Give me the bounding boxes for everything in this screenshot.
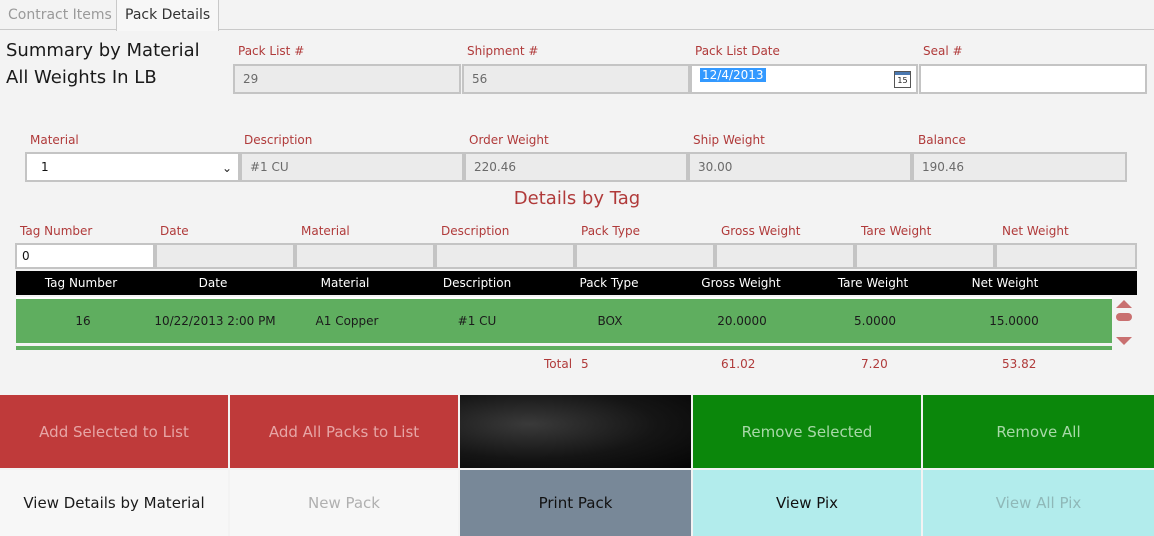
view-pix-button[interactable]: View Pix [693,470,921,536]
cell-tag-number: 16 [75,314,91,328]
total-net-weight: 53.82 [1002,357,1037,371]
view-details-by-material-button[interactable]: View Details by Material [0,470,228,536]
grid-col-gross-weight[interactable]: Gross Weight [701,271,780,295]
grid-col-tare-weight[interactable]: Tare Weight [838,271,908,295]
grid-col-date[interactable]: Date [199,271,228,295]
tab-contract-items[interactable]: Contract Items [0,0,120,30]
cell-tare-weight: 5.0000 [854,314,896,328]
balance-field: 190.46 [912,152,1127,182]
material-select[interactable]: 1 ⌄ [25,152,240,182]
ship-weight-field: 30.00 [688,152,912,182]
view-all-pix-button[interactable]: View All Pix [923,470,1154,536]
filter-gross-weight-input[interactable] [715,243,855,269]
grid-col-description[interactable]: Description [443,271,511,295]
pack-list-date-field[interactable]: 12/4/2013 15 [690,64,918,94]
seal-input[interactable] [919,64,1147,94]
details-by-tag-title: Details by Tag [513,188,641,209]
filter-material-input[interactable] [295,243,435,269]
filter-label-pack-type: Pack Type [581,224,640,238]
chevron-down-icon: ⌄ [221,161,232,175]
total-count: 5 [581,357,589,371]
filter-label-description: Description [441,224,510,238]
filter-pack-type-input[interactable] [575,243,715,269]
material-select-value: 1 [41,160,49,174]
filter-tare-weight-input[interactable] [855,243,995,269]
new-pack-button[interactable]: New Pack [230,470,458,536]
shipment-label: Shipment # [467,44,539,58]
filter-description-input[interactable] [435,243,575,269]
cell-material: A1 Copper [315,314,379,328]
grid-divider [16,346,1112,350]
cell-pack-type: BOX [597,314,623,328]
description-field: #1 CU [240,152,464,182]
add-selected-to-list-button[interactable]: Add Selected to List [0,395,228,468]
cell-date: 10/22/2013 2:00 PM [154,314,276,328]
shipment-field: 56 [462,64,690,94]
filter-label-tare-weight: Tare Weight [861,224,932,238]
pack-list-date-label: Pack List Date [695,44,780,58]
scrollbar-thumb[interactable] [1116,313,1132,321]
pack-photo-preview [460,395,691,468]
scroll-up-arrow-icon[interactable] [1116,300,1132,308]
filter-net-weight-input[interactable] [995,243,1137,269]
cell-net-weight: 15.0000 [989,314,1039,328]
ship-weight-label: Ship Weight [693,133,765,147]
total-tare-weight: 7.20 [861,357,888,371]
print-pack-button[interactable]: Print Pack [460,470,691,536]
cell-description: #1 CU [457,314,497,328]
calendar-icon[interactable]: 15 [894,71,911,88]
cell-gross-weight: 20.0000 [717,314,767,328]
pack-list-label: Pack List # [238,44,305,58]
scroll-down-arrow-icon[interactable] [1116,337,1132,345]
grid-col-pack-type[interactable]: Pack Type [580,271,639,295]
summary-subtitle: All Weights In LB [6,67,157,88]
grid-col-tag-number[interactable]: Tag Number [45,271,117,295]
grid-header: Tag Number Date Material Description Pac… [16,271,1137,295]
pack-list-field: 29 [233,64,461,94]
description-label: Description [244,133,313,147]
filter-label-gross-weight: Gross Weight [721,224,801,238]
total-gross-weight: 61.02 [721,357,756,371]
filter-label-date: Date [160,224,189,238]
filter-tag-number-input[interactable]: 0 [15,243,155,269]
remove-selected-button[interactable]: Remove Selected [693,395,921,468]
order-weight-field: 220.46 [464,152,688,182]
tab-bar: Contract Items Pack Details [0,0,1154,31]
add-all-packs-to-list-button[interactable]: Add All Packs to List [230,395,458,468]
material-label: Material [30,133,79,147]
summary-title: Summary by Material [6,40,200,61]
remove-all-button[interactable]: Remove All [923,395,1154,468]
grid-col-net-weight[interactable]: Net Weight [972,271,1039,295]
filter-date-input[interactable] [155,243,295,269]
pack-list-date-value: 12/4/2013 [700,68,766,82]
grid-col-material[interactable]: Material [321,271,370,295]
table-row[interactable]: 16 10/22/2013 2:00 PM A1 Copper #1 CU BO… [16,297,1112,343]
seal-label: Seal # [923,44,963,58]
filter-label-net-weight: Net Weight [1002,224,1069,238]
filter-label-material: Material [301,224,350,238]
calendar-day: 15 [897,76,908,85]
tab-pack-details[interactable]: Pack Details [116,0,220,31]
filter-label-tag-number: Tag Number [20,224,93,238]
balance-label: Balance [918,133,966,147]
order-weight-label: Order Weight [469,133,549,147]
total-label: Total [544,357,573,371]
